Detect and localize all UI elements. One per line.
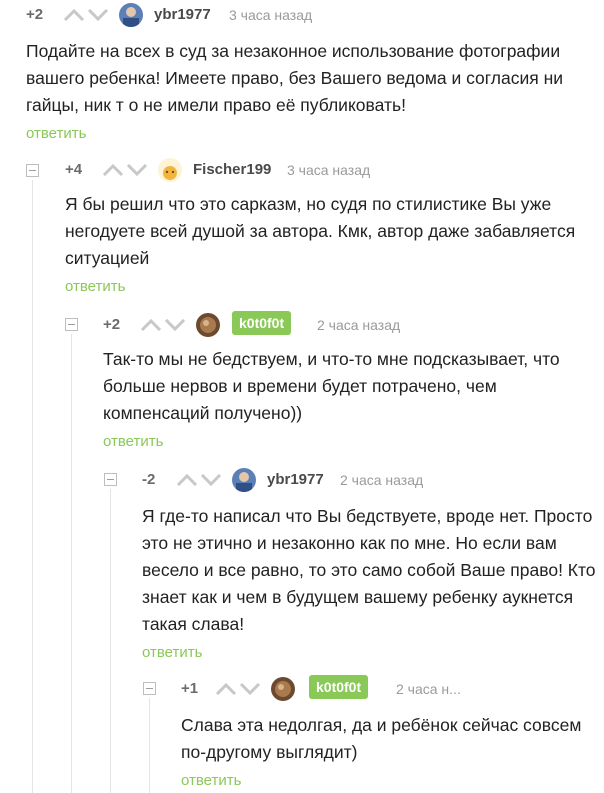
avatar[interactable] [271, 677, 295, 701]
thread-line [32, 180, 33, 793]
comment-time[interactable]: 3 часа назад [287, 162, 370, 178]
reply-link[interactable]: ответить [142, 644, 604, 661]
vote-up-icon[interactable] [63, 9, 85, 21]
avatar[interactable] [196, 313, 220, 337]
comment: +2 k0t0f0t 2 часа назад Так-то мы не бед… [103, 310, 604, 450]
comment-text: Подайте на всех в суд за незаконное испо… [26, 41, 564, 115]
comment: -2 ybr1977 2 часа назад Я где-то написал… [142, 465, 604, 661]
vote-up-icon[interactable] [215, 683, 237, 695]
comment-header: +4 Fischer199 3 часа назад [65, 155, 604, 185]
comment-text: Я бы решил что это сарказм, но судя по с… [65, 194, 576, 268]
comment-header: +2 ybr1977 3 часа назад [26, 0, 604, 30]
comment: +2 ybr1977 3 часа назад Подайте на всех … [26, 0, 604, 142]
vote-up-icon[interactable] [176, 474, 198, 486]
comment: +4 Fischer199 3 часа назад Я бы решил чт… [65, 155, 604, 295]
comment-time[interactable]: 2 часа назад [317, 317, 400, 333]
thread-line [71, 334, 72, 793]
comment-text: Я где-то написал что Вы бедствуете, врод… [142, 506, 596, 634]
vote-up-icon[interactable] [102, 164, 124, 176]
comment-header: +2 k0t0f0t 2 часа назад [103, 310, 604, 340]
vote-down-icon[interactable] [126, 164, 148, 176]
author-name[interactable]: ybr1977 [267, 471, 324, 488]
comment-time[interactable]: 3 часа назад [229, 7, 312, 23]
comment-text: Слава эта недолгая, да и ребёнок сейчас … [181, 715, 582, 762]
reply-link[interactable]: ответить [65, 278, 604, 295]
avatar[interactable] [158, 158, 182, 182]
comment-time[interactable]: 2 часа назад [340, 472, 423, 488]
comment-rating: +1 [181, 680, 199, 697]
avatar[interactable] [232, 468, 256, 492]
vote-down-icon[interactable] [239, 683, 261, 695]
thread-line [149, 698, 150, 793]
collapse-icon[interactable] [26, 164, 39, 177]
comment-header: -2 ybr1977 2 часа назад [142, 465, 604, 495]
vote-down-icon[interactable] [164, 319, 186, 331]
comment-rating: +2 [103, 316, 121, 333]
comment-rating: +4 [65, 161, 83, 178]
comment-time[interactable]: 2 часа н... [396, 681, 461, 697]
author-name[interactable]: ybr1977 [154, 6, 211, 23]
collapse-icon[interactable] [104, 473, 117, 486]
author-name[interactable]: Fischer199 [193, 161, 271, 178]
vote-up-icon[interactable] [140, 319, 162, 331]
vote-down-icon[interactable] [87, 9, 109, 21]
collapse-icon[interactable] [65, 318, 78, 331]
author-name[interactable]: k0t0f0t [232, 311, 292, 335]
reply-link[interactable]: ответить [181, 772, 604, 789]
comment-rating: -2 [142, 471, 156, 488]
comment-text: Так-то мы не бедствуем, и что-то мне под… [103, 349, 560, 423]
vote-down-icon[interactable] [200, 474, 222, 486]
collapse-icon[interactable] [143, 682, 156, 695]
comment-rating: +2 [26, 6, 44, 23]
comment: +1 k0t0f0t 2 часа н... Слава эта недолга… [181, 674, 604, 789]
author-name[interactable]: k0t0f0t [309, 675, 369, 699]
avatar[interactable] [119, 3, 143, 27]
reply-link[interactable]: ответить [103, 433, 604, 450]
thread-line [110, 489, 111, 793]
reply-link[interactable]: ответить [26, 125, 604, 142]
comment-header: +1 k0t0f0t 2 часа н... [181, 674, 604, 704]
